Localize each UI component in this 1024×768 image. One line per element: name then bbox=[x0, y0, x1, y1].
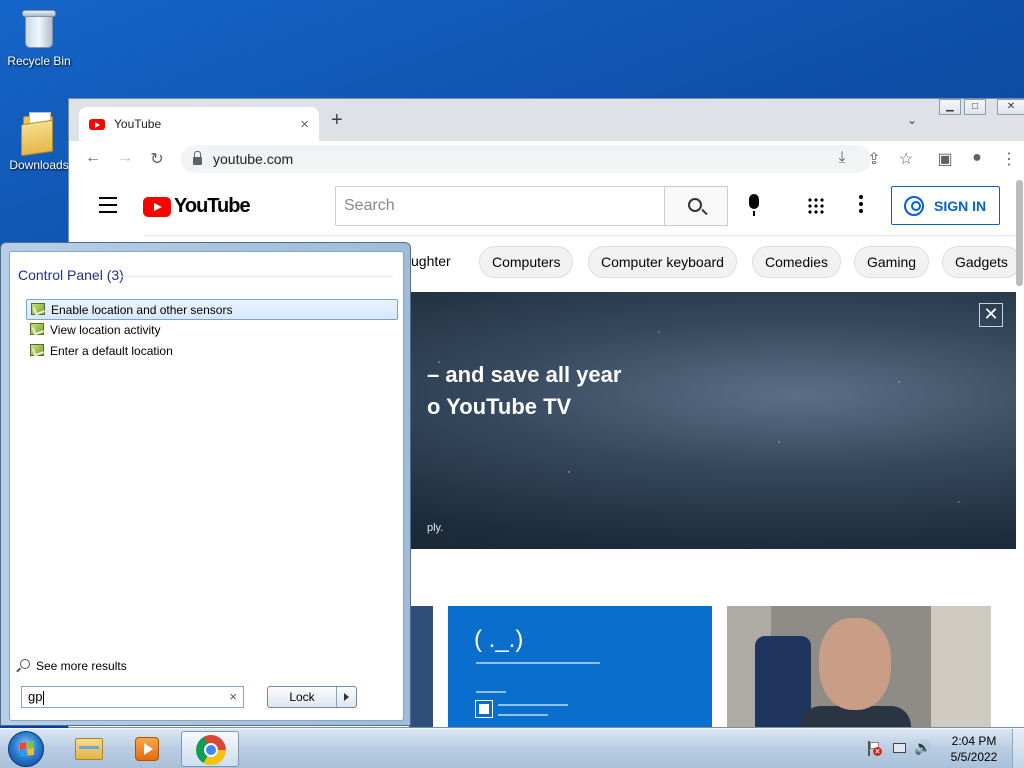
profile-icon[interactable]: ● bbox=[968, 149, 986, 167]
media-player-icon bbox=[135, 737, 159, 761]
taskbar: × 🔊 2:04 PM 5/5/2022 bbox=[0, 728, 1024, 768]
results-group-heading[interactable]: Control Panel (3) bbox=[18, 267, 124, 283]
address-bar[interactable]: youtube.com bbox=[181, 145, 871, 173]
reload-button[interactable]: ↻ bbox=[148, 149, 166, 169]
shutdown-options-arrow-icon[interactable] bbox=[336, 687, 356, 707]
folder-icon bbox=[19, 110, 59, 157]
chip-gadgets[interactable]: Gadgets bbox=[942, 246, 1021, 278]
close-window-button[interactable]: ✕ bbox=[997, 99, 1024, 115]
result-enable-location-sensors[interactable]: Enable location and other sensors bbox=[26, 299, 398, 320]
start-menu: Control Panel (3) Enable location and ot… bbox=[0, 242, 411, 726]
browser-toolbar: ← → ↻ youtube.com ⤓ ⇪ ☆ ▣ ● ⋮ bbox=[69, 141, 1024, 175]
video-thumbnail[interactable] bbox=[409, 606, 433, 727]
result-label: Enable location and other sensors bbox=[51, 303, 233, 317]
chip-comedies[interactable]: Comedies bbox=[752, 246, 842, 278]
qr-code-icon bbox=[475, 700, 493, 718]
video-thumbnail-person[interactable] bbox=[727, 606, 991, 727]
banner-close-button[interactable]: ✕ bbox=[979, 303, 1003, 327]
taskbar-google-chrome[interactable] bbox=[181, 731, 239, 767]
banner-headline-line2: o YouTube TV bbox=[427, 394, 572, 419]
new-tab-button[interactable]: + bbox=[331, 109, 343, 132]
desktop-icon-downloads[interactable]: Downloads bbox=[1, 110, 77, 172]
see-more-label: See more results bbox=[36, 659, 127, 673]
search-icon bbox=[20, 659, 30, 669]
result-enter-default-location[interactable]: Enter a default location bbox=[26, 341, 398, 362]
start-search-input[interactable]: gp × bbox=[21, 686, 244, 708]
thumbnail-sad-face: ( ._.) bbox=[474, 626, 524, 653]
taskbar-windows-explorer[interactable] bbox=[58, 731, 116, 767]
search-input[interactable]: Search bbox=[335, 186, 665, 226]
tab-title: YouTube bbox=[114, 117, 162, 131]
bookmark-star-icon[interactable]: ☆ bbox=[897, 149, 915, 169]
system-clock[interactable]: 2:04 PM 5/5/2022 bbox=[945, 733, 1003, 765]
search-text: gp bbox=[28, 689, 43, 704]
control-panel-icon bbox=[30, 344, 44, 356]
url-text: youtube.com bbox=[213, 151, 294, 167]
tab-close-button[interactable]: × bbox=[300, 116, 309, 133]
windows-logo-icon bbox=[20, 741, 34, 757]
page-scrollbar[interactable] bbox=[1016, 180, 1023, 286]
banner-fine-print: ply. bbox=[427, 522, 444, 534]
apps-grid-icon[interactable] bbox=[807, 197, 824, 214]
clock-time: 2:04 PM bbox=[951, 734, 997, 748]
desktop-icon-label: Downloads bbox=[9, 158, 69, 172]
minimize-button[interactable]: ▁ bbox=[939, 99, 961, 115]
result-label: View location activity bbox=[50, 323, 161, 337]
show-desktop-button[interactable] bbox=[1012, 729, 1024, 768]
youtube-favicon-icon bbox=[89, 118, 105, 130]
result-label: Enter a default location bbox=[50, 344, 173, 358]
tab-search-button[interactable]: ⌄ bbox=[907, 113, 917, 127]
volume-icon[interactable]: 🔊 bbox=[914, 739, 931, 755]
start-search-results: Control Panel (3) Enable location and ot… bbox=[9, 251, 404, 721]
side-panel-icon[interactable]: ▣ bbox=[936, 149, 954, 169]
sign-in-button[interactable]: SIGN IN bbox=[891, 186, 1000, 225]
youtube-header: YouTube Search SIGN IN bbox=[69, 175, 1024, 235]
video-thumbnail-bsod[interactable]: ( ._.) bbox=[448, 606, 712, 727]
chip-computer-keyboard[interactable]: Computer keyboard bbox=[588, 246, 737, 278]
lock-icon bbox=[193, 151, 202, 165]
install-app-icon[interactable]: ⤓ bbox=[833, 149, 851, 167]
network-icon[interactable] bbox=[892, 741, 908, 755]
account-circle-icon bbox=[904, 195, 924, 216]
person-face bbox=[819, 618, 891, 710]
desktop-icon-label: Recycle Bin bbox=[7, 54, 71, 68]
lock-label: Lock bbox=[289, 690, 315, 704]
control-panel-icon bbox=[30, 323, 44, 335]
see-more-results-link[interactable]: See more results bbox=[18, 659, 127, 673]
youtube-play-icon bbox=[143, 196, 171, 217]
control-panel-icon bbox=[31, 303, 45, 315]
tab-youtube[interactable]: YouTube × bbox=[79, 107, 319, 141]
desktop-icon-recycle-bin[interactable]: Recycle Bin bbox=[1, 6, 77, 68]
chrome-menu-icon[interactable]: ⋮ bbox=[1000, 149, 1018, 169]
chip-gaming[interactable]: Gaming bbox=[854, 246, 930, 278]
chip-computers[interactable]: Computers bbox=[479, 246, 574, 278]
clear-search-icon[interactable]: × bbox=[229, 687, 237, 707]
settings-kebab-icon[interactable] bbox=[859, 195, 865, 216]
youtube-logo[interactable]: YouTube bbox=[143, 195, 251, 218]
tab-strip: YouTube × + ⌄ ▁ □ ✕ bbox=[69, 99, 1024, 141]
forward-button[interactable]: → bbox=[116, 149, 134, 167]
taskbar-media-player[interactable] bbox=[118, 731, 176, 767]
banner-headline-line1: – and save all year bbox=[427, 362, 622, 387]
maximize-button[interactable]: □ bbox=[964, 99, 986, 115]
search-button[interactable] bbox=[664, 186, 728, 226]
action-center-flag-icon[interactable]: × bbox=[866, 741, 882, 756]
folder-icon bbox=[75, 738, 103, 760]
start-button[interactable] bbox=[8, 731, 44, 767]
chip-laughter[interactable]: ughter bbox=[411, 246, 451, 278]
hamburger-menu-icon[interactable] bbox=[99, 197, 117, 218]
back-button[interactable]: ← bbox=[84, 149, 102, 167]
sign-in-label: SIGN IN bbox=[934, 197, 987, 214]
clock-date: 5/5/2022 bbox=[950, 750, 998, 764]
microphone-icon[interactable] bbox=[749, 194, 759, 216]
result-view-location-activity[interactable]: View location activity bbox=[26, 320, 398, 341]
chrome-icon bbox=[196, 735, 226, 765]
share-icon[interactable]: ⇪ bbox=[865, 149, 883, 169]
youtube-wordmark: YouTube bbox=[174, 195, 251, 217]
lock-button[interactable]: Lock bbox=[267, 686, 357, 708]
recycle-bin-icon bbox=[19, 6, 59, 50]
search-icon bbox=[688, 198, 702, 212]
